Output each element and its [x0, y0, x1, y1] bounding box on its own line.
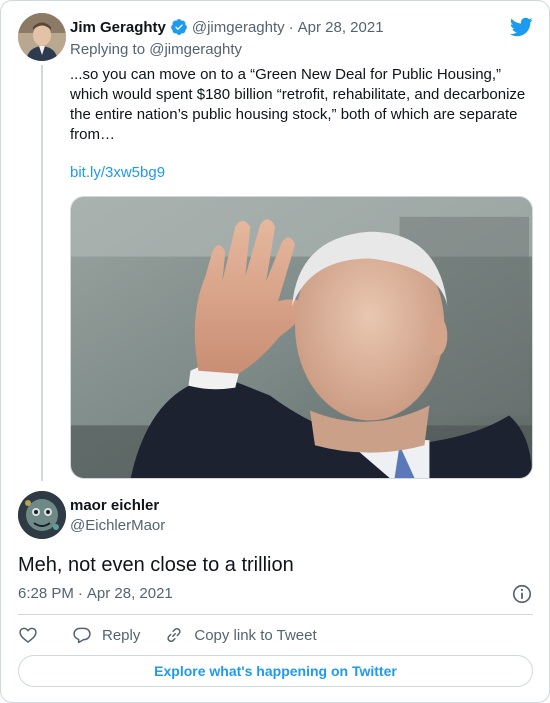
- parent-tweet-header: Jim Geraghty @jimgeraghty · Apr 28, 2021: [70, 17, 384, 37]
- replying-to-line: Replying to @jimgeraghty: [70, 41, 242, 58]
- tweet-date[interactable]: Apr 28, 2021: [87, 585, 173, 602]
- verified-badge-icon: [170, 19, 187, 35]
- tweet-actions-bar: Reply Copy link to Tweet: [18, 625, 317, 645]
- avatar-photo: [18, 13, 66, 61]
- photo-icon: [71, 197, 532, 478]
- tweet-timestamp[interactable]: 6:28 PM · Apr 28, 2021: [18, 585, 173, 602]
- replying-prefix: Replying to: [70, 41, 146, 58]
- tweet-link[interactable]: bit.ly/3xw5bg9: [70, 164, 165, 181]
- info-icon[interactable]: [511, 583, 533, 605]
- avatar[interactable]: [18, 491, 66, 539]
- explore-twitter-button[interactable]: Explore what's happening on Twitter: [18, 655, 533, 687]
- tweet-date[interactable]: Apr 28, 2021: [298, 19, 384, 36]
- replying-to-mention[interactable]: @jimgeraghty: [149, 41, 242, 58]
- separator-dot: ·: [77, 585, 83, 602]
- reply-author-handle[interactable]: @EichlerMaor: [70, 517, 165, 534]
- separator-dot: ·: [288, 18, 294, 36]
- avatar[interactable]: [18, 13, 66, 61]
- tweet-time[interactable]: 6:28 PM: [18, 585, 74, 602]
- copy-link-button[interactable]: Copy link to Tweet: [164, 625, 317, 645]
- link-icon: [167, 627, 181, 643]
- reply-tweet-text: Meh, not even close to a trillion: [18, 554, 294, 576]
- reply-label: Reply: [102, 626, 141, 644]
- divider: [18, 614, 533, 615]
- author-handle[interactable]: @jimgeraghty: [192, 19, 285, 36]
- avatar-photo: [18, 491, 66, 539]
- heart-icon: [19, 627, 37, 643]
- copy-link-label: Copy link to Tweet: [194, 626, 317, 644]
- twitter-bird-icon[interactable]: [509, 15, 533, 39]
- like-button[interactable]: [18, 625, 38, 645]
- author-name[interactable]: Jim Geraghty: [70, 19, 166, 36]
- reply-bubble-icon: [73, 627, 91, 644]
- tweet-media-photo[interactable]: [70, 196, 533, 479]
- parent-tweet-text: ...so you can move on to a “Green New De…: [70, 66, 526, 143]
- tweet-embed-card: Jim Geraghty @jimgeraghty · Apr 28, 2021…: [0, 0, 550, 703]
- reply-author-name[interactable]: maor eichler: [70, 497, 159, 514]
- reply-button[interactable]: Reply: [72, 625, 140, 645]
- thread-connector-line: [41, 65, 43, 481]
